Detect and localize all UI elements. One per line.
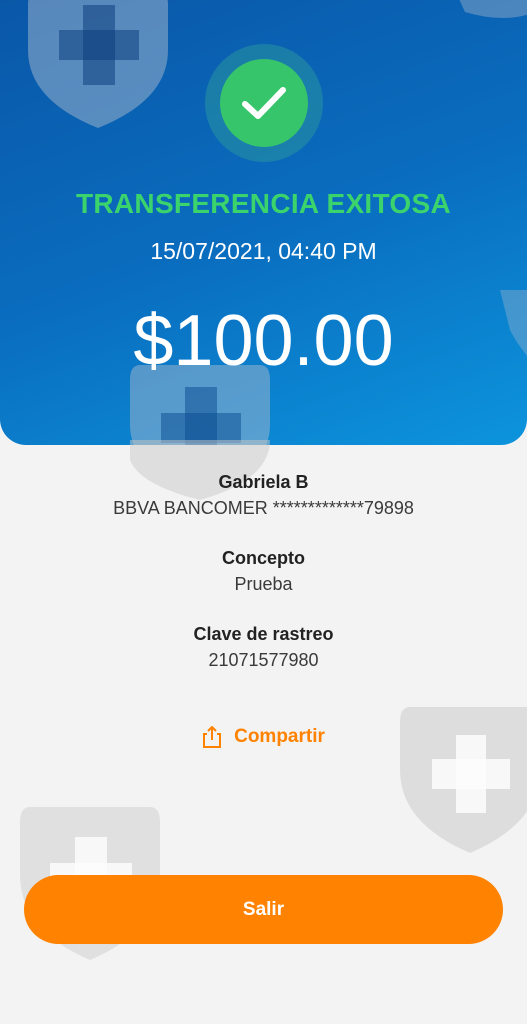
shield-cross-icon bbox=[459, 0, 527, 18]
success-badge bbox=[205, 44, 323, 162]
shield-cross-icon bbox=[28, 0, 168, 128]
recipient-section: Gabriela B BBVA BANCOMER *************79… bbox=[0, 472, 527, 519]
share-label: Compartir bbox=[234, 726, 325, 747]
exit-button[interactable]: Salir bbox=[24, 875, 503, 944]
recipient-account: BBVA BANCOMER *************79898 bbox=[113, 498, 414, 518]
concept-label: Concepto bbox=[222, 548, 305, 568]
success-header: TRANSFERENCIA EXITOSA 15/07/2021, 04:40 … bbox=[0, 0, 527, 445]
tracking-value: 21071577980 bbox=[208, 650, 319, 670]
transfer-amount: $100.00 bbox=[133, 301, 394, 381]
share-icon bbox=[203, 726, 222, 748]
exit-label: Salir bbox=[242, 898, 285, 920]
recipient-name: Gabriela B bbox=[218, 472, 309, 492]
status-title: TRANSFERENCIA EXITOSA bbox=[75, 188, 451, 219]
shield-cross-icon bbox=[400, 707, 527, 853]
transfer-datetime: 15/07/2021, 04:40 PM bbox=[150, 238, 377, 264]
share-button[interactable]: Compartir bbox=[0, 725, 527, 749]
tracking-label: Clave de rastreo bbox=[193, 624, 334, 644]
concept-value: Prueba bbox=[234, 574, 293, 594]
check-icon bbox=[220, 59, 308, 147]
tracking-section: Clave de rastreo 21071577980 bbox=[0, 624, 527, 671]
concept-section: Concepto Prueba bbox=[0, 548, 527, 595]
